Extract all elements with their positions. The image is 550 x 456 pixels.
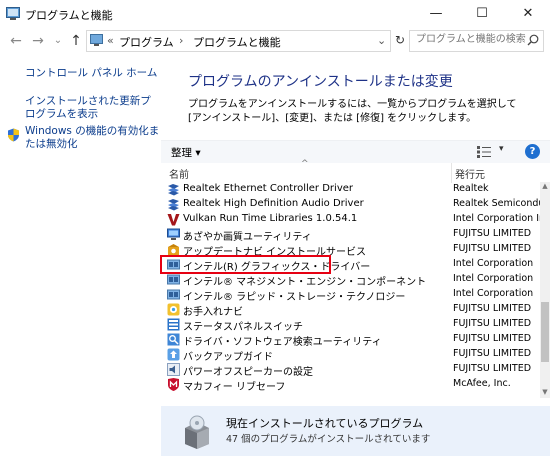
program-publisher: Intel Corporation Inc. [453,213,540,224]
search-box[interactable] [409,30,544,52]
program-publisher: FUJITSU LIMITED [453,333,532,344]
program-name: パワーオフスピーカーの設定 [183,367,313,378]
table-row[interactable]: ステータスパネルスイッチ FUJITSU LIMITED [161,317,540,333]
breadcrumb-separator: › [179,34,184,47]
page-description: プログラムをアンインストールするには、一覧からプログラムを選択して [アンインス… [188,99,517,124]
title-bar: プログラムと機能 — ☐ ✕ [0,0,550,28]
program-name: Vulkan Run Time Libraries 1.0.54.1 [183,213,358,224]
program-list: Realtek Ethernet Controller Driver Realt… [161,182,540,398]
address-dropdown-icon[interactable]: ⌄ [377,34,386,47]
vertical-scrollbar[interactable]: ▲ ▼ [540,182,550,398]
column-separator[interactable] [451,163,452,183]
up-arrow-icon[interactable]: ↑ [68,33,84,49]
table-row[interactable]: Realtek Ethernet Controller Driver Realt… [161,182,540,197]
window-title: プログラムと機能 [25,9,113,22]
address-chevrons[interactable]: « [107,34,114,47]
breadcrumb-programs[interactable]: プログラム [119,34,174,50]
mcafee-icon [168,378,179,391]
program-name: ドライバ・ソフトウェア検索ユーティリティ [183,337,382,348]
program-name: Realtek Ethernet Controller Driver [183,183,353,194]
column-publisher-header[interactable]: 発行元 [455,166,485,181]
program-publisher: Intel Corporation [453,258,534,269]
scroll-down-icon[interactable]: ▼ [540,388,550,398]
status-title: 現在インストールされているプログラム [226,417,424,430]
program-publisher: FUJITSU LIMITED [453,303,532,314]
program-publisher: FUJITSU LIMITED [453,243,532,254]
program-publisher: FUJITSU LIMITED [453,348,532,359]
program-name: バックアップガイド [183,352,273,363]
vulkan-icon [167,214,180,226]
list-toolbar: 整理 ▾ ▾ ? [161,140,550,163]
forward-arrow-icon[interactable]: → [30,33,46,49]
program-publisher: Intel Corporation [453,273,534,284]
control-panel-home-link[interactable]: コントロール パネル ホーム [25,67,175,80]
programs-features-icon [6,7,20,20]
table-row[interactable]: ドライバ・ソフトウェア検索ユーティリティ FUJITSU LIMITED [161,332,540,348]
column-header: ^ 名前 発行元 [161,159,550,183]
speaker-icon [167,363,180,376]
scroll-up-icon[interactable]: ▲ [540,182,550,192]
installed-updates-link[interactable]: インストールされた更新プログラムを表示 [25,95,158,121]
program-name: インテル® マネジメント・エンジン・コンポーネント [183,277,427,288]
table-row[interactable]: マカフィー リブセーフ McAfee, Inc. [161,377,540,393]
recent-dropdown-icon[interactable]: ⌄ [50,33,66,49]
program-publisher: FUJITSU LIMITED [453,363,532,374]
program-publisher: FUJITSU LIMITED [453,228,532,239]
refresh-icon[interactable]: ↻ [392,30,408,50]
search-icon [527,34,539,46]
status-panel-icon [167,318,180,331]
table-row[interactable]: バックアップガイド FUJITSU LIMITED [161,347,540,363]
page-title: プログラムのアンインストールまたは変更 [188,74,453,90]
intel-me-icon [167,274,180,285]
program-name: マカフィー リブセーフ [183,382,286,393]
sort-ascending-icon: ^ [301,159,309,169]
scrollbar-thumb[interactable] [541,302,549,362]
help-icon[interactable]: ? [525,144,540,159]
address-bar[interactable]: « プログラム › プログラムと機能 ⌄ [86,30,391,52]
search-input[interactable] [414,33,528,46]
windows-features-link[interactable]: Windows の機能の有効化または無効化 [25,125,165,151]
table-row[interactable]: インテル® ラピッド・ストレージ・テクノロジー Intel Corporatio… [161,287,540,303]
status-count: 47 個のプログラムがインストールされています [226,434,431,445]
program-publisher: FUJITSU LIMITED [453,318,532,329]
program-name: お手入れナビ [183,307,243,318]
display-icon [167,228,180,240]
program-publisher: McAfee, Inc. [453,378,511,389]
program-publisher: Realtek Semiconductor Corp. [453,198,540,209]
program-name: あざやか画質ユーティリティ [183,232,312,243]
installed-programs-icon [185,415,209,449]
realtek-icon [168,184,179,196]
control-panel-icon [90,34,103,46]
column-name-header[interactable]: 名前 [169,166,189,181]
back-arrow-icon[interactable]: ← [8,33,24,49]
close-button[interactable]: ✕ [505,0,550,28]
status-panel: 現在インストールされているプログラム 47 個のプログラムがインストールされてい… [161,406,550,456]
breadcrumb-programs-features[interactable]: プログラムと機能 [193,34,281,50]
shield-icon [8,128,19,142]
program-name: インテル® ラピッド・ストレージ・テクノロジー [183,292,406,303]
program-name: Realtek High Definition Audio Driver [183,198,364,209]
table-row[interactable]: Vulkan Run Time Libraries 1.0.54.1 Intel… [161,212,540,227]
highlight-box [160,255,331,274]
program-publisher: Realtek [453,183,489,194]
care-icon [167,303,180,316]
table-row[interactable]: Realtek High Definition Audio Driver Rea… [161,197,540,212]
minimize-button[interactable]: — [413,0,459,28]
realtek-audio-icon [168,199,179,211]
table-row[interactable]: お手入れナビ FUJITSU LIMITED [161,302,540,318]
view-options-icon[interactable] [477,146,491,158]
table-row[interactable]: インテル® マネジメント・エンジン・コンポーネント Intel Corporat… [161,272,540,288]
program-publisher: Intel Corporation [453,288,534,299]
backup-icon [167,348,180,361]
driver-search-icon [167,333,180,346]
program-name: ステータスパネルスイッチ [183,322,303,333]
intel-rst-icon [167,289,180,300]
table-row[interactable]: あざやか画質ユーティリティ FUJITSU LIMITED [161,227,540,243]
organize-button[interactable]: 整理 ▾ [171,145,201,160]
maximize-button[interactable]: ☐ [459,0,505,28]
view-dropdown-icon[interactable]: ▾ [499,144,504,154]
table-row[interactable]: パワーオフスピーカーの設定 FUJITSU LIMITED [161,362,540,378]
